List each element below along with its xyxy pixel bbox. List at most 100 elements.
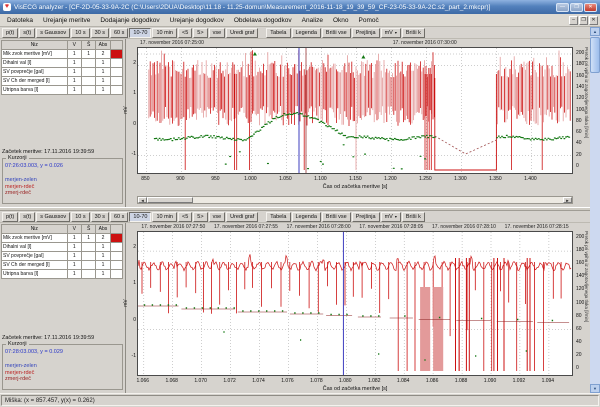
- toolbar-button-vse[interactable]: vse: [209, 212, 226, 222]
- vertical-scrollbar-thumb[interactable]: [590, 37, 600, 73]
- toolbar-button-10-s[interactable]: 10 s: [71, 28, 89, 38]
- signal-visible-flag[interactable]: 1: [67, 243, 81, 252]
- signal-label: Mik zvok meritve [mV]: [2, 234, 68, 243]
- toolbar-button-60-s[interactable]: 60 s: [110, 28, 128, 38]
- mdi-close-button[interactable]: ✕: [589, 16, 598, 25]
- toolbar-button-30-s[interactable]: 30 s: [91, 28, 109, 38]
- toolbar-button-s-t[interactable]: s(t): [19, 212, 35, 222]
- y-axis-tick-left: 2: [127, 60, 136, 66]
- toolbar-button-p-t[interactable]: p(t): [2, 28, 18, 38]
- signal-color-swatch[interactable]: [110, 68, 122, 77]
- toolbar-button-p-t[interactable]: p(t): [2, 212, 18, 222]
- signal-abs-flag: 2: [96, 50, 110, 59]
- menu-datoteka[interactable]: Datoteka: [2, 16, 38, 25]
- signal-color-swatch[interactable]: [110, 86, 122, 95]
- minimize-button[interactable]: —: [556, 3, 569, 12]
- signal-color-swatch[interactable]: [110, 261, 122, 270]
- menu-analize[interactable]: Analize: [297, 16, 328, 25]
- signal-row-sv-ch-der-merged-l[interactable]: SV Ch der merged [l]11: [2, 77, 123, 86]
- signal-visible-flag[interactable]: 1: [67, 261, 81, 270]
- timestamp-label: 17. november 2016 07:25:00: [127, 40, 217, 46]
- vertical-scrollbar-track[interactable]: [590, 74, 600, 384]
- horizontal-scrollbar[interactable]: ◄►: [137, 196, 573, 204]
- toolbar-button-prej-nja[interactable]: Prejšnja: [352, 28, 380, 38]
- signal-row-utripna-barva-l[interactable]: Utripna barva [l]11: [2, 86, 123, 95]
- maximize-button[interactable]: ❐: [570, 3, 583, 12]
- close-button[interactable]: ✕: [584, 3, 597, 12]
- menu-dodajanje-dogodkov[interactable]: Dodajanje dogodkov: [95, 16, 164, 25]
- toolbar-button-10-s[interactable]: 10 s: [71, 212, 89, 222]
- signal-abs-flag: 1: [96, 252, 110, 261]
- toolbar-button-bri-i-vse[interactable]: Briši vse: [322, 28, 351, 38]
- menu-obdelava-dogodkov[interactable]: Obdelava dogodkov: [229, 16, 297, 25]
- scroll-right-icon[interactable]: ►: [563, 197, 572, 203]
- toolbar-button-prej-nja[interactable]: Prejšnja: [352, 212, 380, 222]
- toolbar-button-tabela[interactable]: Tabela: [266, 28, 290, 38]
- toolbar-button-legenda[interactable]: Legenda: [292, 212, 321, 222]
- toolbar-button-s-gaussov[interactable]: s Gaussov: [36, 28, 70, 38]
- toolbar-button-5[interactable]: 5>: [193, 212, 207, 222]
- vertical-scrollbar[interactable]: ▲ ▼: [590, 27, 600, 393]
- column-header-v: V: [67, 41, 81, 50]
- toolbar-button-5[interactable]: 5>: [193, 28, 207, 38]
- toolbar-button-10-70[interactable]: 10-70: [129, 28, 151, 38]
- toolbar-button-bri-i-vse[interactable]: Briši vse: [322, 212, 351, 222]
- toolbar-button-10-70[interactable]: 10-70: [129, 212, 151, 222]
- toolbar-button-60-s[interactable]: 60 s: [110, 212, 128, 222]
- scroll-left-icon[interactable]: ◄: [138, 197, 147, 203]
- menu-urejanje-dogodkov[interactable]: Urejanje dogodkov: [165, 16, 229, 25]
- toolbar-button-s-t[interactable]: s(t): [19, 28, 35, 38]
- mdi-restore-button[interactable]: ❐: [579, 16, 588, 25]
- signal-color-swatch[interactable]: [110, 234, 122, 243]
- window-title: VisECG analyzer - [CF-2D-05-33-9A-2C (C:…: [14, 4, 553, 11]
- toolbar-button-5[interactable]: <5: [178, 28, 192, 38]
- signal-row-utripna-barva-l[interactable]: Utripna barva [l]11: [2, 270, 123, 279]
- toolbar-button-bri-i-k[interactable]: Briši k: [402, 28, 425, 38]
- signal-color-swatch[interactable]: [110, 270, 122, 279]
- menu-pomo[interactable]: Pomoč: [354, 16, 384, 25]
- signal-color-swatch[interactable]: [110, 50, 122, 59]
- toolbar-button-s-gaussov[interactable]: s Gaussov: [36, 212, 70, 222]
- toolbar-button-10-min[interactable]: 10 min: [152, 212, 177, 222]
- signal-visible-flag[interactable]: 1: [67, 234, 81, 243]
- toolbar-button-10-min[interactable]: 10 min: [152, 28, 177, 38]
- signal-visible-flag[interactable]: 1: [67, 68, 81, 77]
- signal-visible-flag[interactable]: 1: [67, 252, 81, 261]
- dropout-block: [433, 287, 443, 371]
- x-axis-tick: 1.066: [130, 378, 156, 384]
- scroll-down-icon[interactable]: ▼: [590, 384, 600, 393]
- scroll-up-icon[interactable]: ▲: [590, 27, 600, 36]
- signal-visible-flag[interactable]: 1: [67, 50, 81, 59]
- signal-row-sv-povpre-je-gal[interactable]: SV povprečje [gal]11: [2, 252, 123, 261]
- toolbar-button-5[interactable]: <5: [178, 212, 192, 222]
- toolbar-button-bri-i-k[interactable]: Briši k: [402, 212, 425, 222]
- toolbar-button-uredi-graf[interactable]: Uredi graf: [226, 28, 258, 38]
- signal-color-swatch[interactable]: [110, 243, 122, 252]
- mdi-minimize-button[interactable]: –: [569, 16, 578, 25]
- menu-urejanje-meritve[interactable]: Urejanje meritve: [38, 16, 95, 25]
- signal-visible-flag[interactable]: 1: [67, 59, 81, 68]
- menu-okno[interactable]: Okno: [328, 16, 354, 25]
- toolbar-button-legenda[interactable]: Legenda: [292, 28, 321, 38]
- toolbar-button-uredi-graf[interactable]: Uredi graf: [226, 212, 258, 222]
- toolbar-unit-dropdown[interactable]: mV▾: [381, 28, 401, 38]
- signal-visible-flag[interactable]: 1: [67, 77, 81, 86]
- toolbar-button-tabela[interactable]: Tabela: [266, 212, 290, 222]
- signal-color-swatch[interactable]: [110, 252, 122, 261]
- horizontal-scrollbar-thumb[interactable]: [147, 197, 193, 203]
- signal-color-swatch[interactable]: [110, 59, 122, 68]
- toolbar-unit-dropdown[interactable]: mV▾: [381, 212, 401, 222]
- horizontal-scrollbar-track[interactable]: [193, 197, 563, 203]
- toolbar-button-30-s[interactable]: 30 s: [91, 212, 109, 222]
- signal-row-sv-povpre-je-gal[interactable]: SV povprečje [gal]11: [2, 68, 123, 77]
- signal-row-mik-zvok-meritve-mv[interactable]: Mik zvok meritve [mV]112: [2, 50, 123, 59]
- signal-row-dihalni-val-l[interactable]: Dihalni val [l]11: [2, 243, 123, 252]
- signal-row-sv-ch-der-merged-l[interactable]: SV Ch der merged [l]11: [2, 261, 123, 270]
- signal-color-swatch[interactable]: [110, 77, 122, 86]
- signal-visible-flag[interactable]: 1: [67, 86, 81, 95]
- signal-visible-flag[interactable]: 1: [67, 270, 81, 279]
- signal-row-dihalni-val-l[interactable]: Dihalni val [l]11: [2, 59, 123, 68]
- signal-row-mik-zvok-meritve-mv[interactable]: Mik zvok meritve [mV]112: [2, 234, 123, 243]
- toolbar-button-vse[interactable]: vse: [209, 28, 226, 38]
- signal-abs-flag: 1: [96, 59, 110, 68]
